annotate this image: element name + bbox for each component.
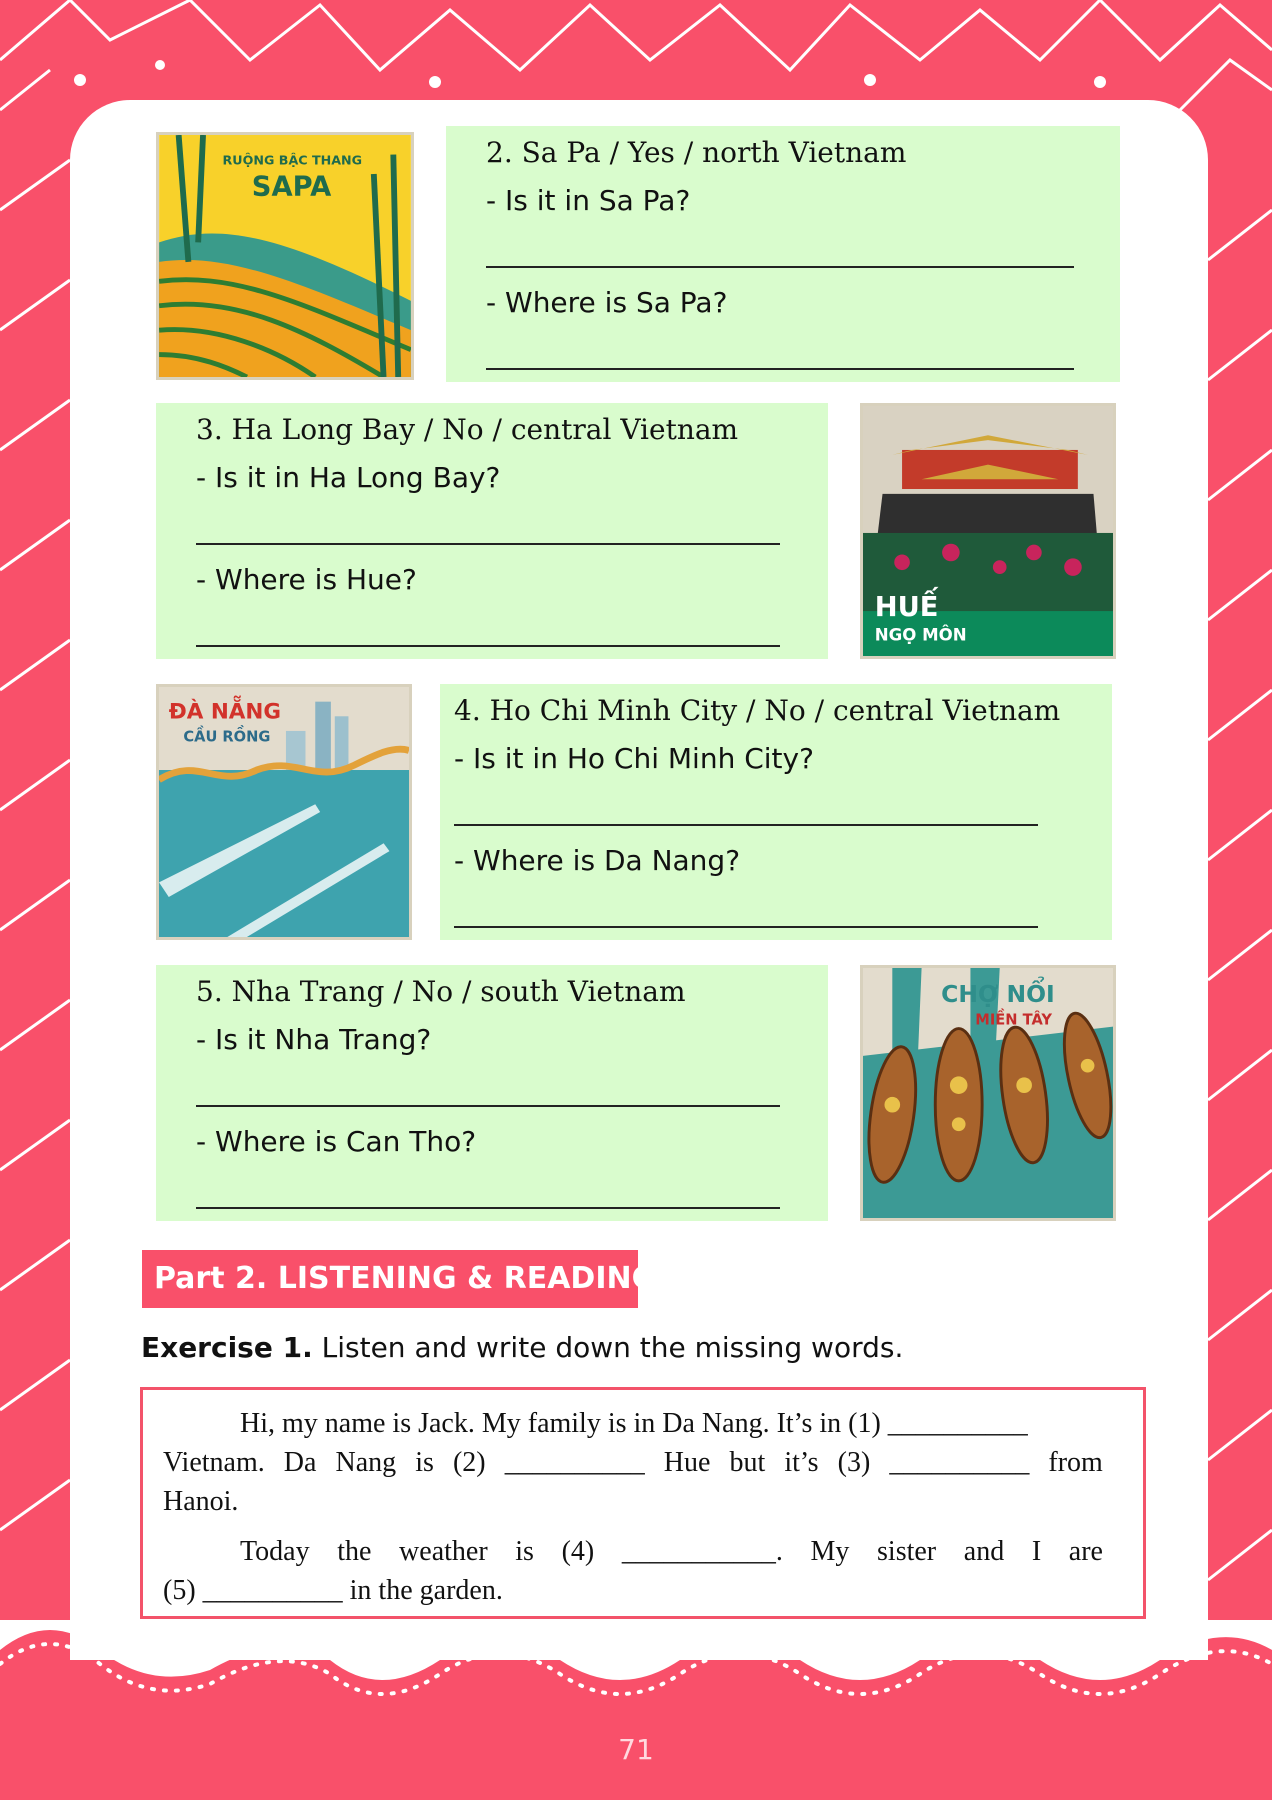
passage-word: is	[415, 1447, 434, 1478]
passage-word: (4)	[561, 1536, 595, 1567]
answer-line-2[interactable]	[454, 926, 1038, 928]
passage-line-justified: Vietnam. Da Nang is (2) __________ Hue but it’s (…	[163, 1447, 1103, 1479]
passage-word: __________	[504, 1447, 645, 1478]
exercise-item-5: 5. Nha Trang / No / south Vietnam - Is i…	[156, 965, 828, 1221]
hue-poster-subtitle: NGỌ MÔN	[875, 625, 967, 644]
passage-line: (5) __________ in the garden.	[163, 1575, 503, 1606]
passage-word: are	[1068, 1536, 1103, 1567]
passage-word: it’s	[784, 1447, 819, 1478]
passage-line: Hi, my name is Jack. My family is in Da …	[240, 1408, 1028, 1439]
question-2: - Where is Da Nang?	[454, 844, 741, 877]
passage-word: is	[515, 1536, 534, 1567]
passage-word: Vietnam.	[163, 1447, 265, 1478]
hue-poster-title: HUẾ	[875, 588, 939, 623]
passage-word: Hue	[663, 1447, 711, 1478]
question-2: - Where is Sa Pa?	[486, 286, 728, 319]
passage-word: and	[963, 1536, 1005, 1567]
cantho-poster-title: CHỢ NỔI	[941, 976, 1055, 1008]
passage-word: I	[1031, 1536, 1042, 1567]
passage-word: Da	[283, 1447, 317, 1478]
passage-word: (2)	[452, 1447, 486, 1478]
passage-word: weather	[399, 1536, 488, 1567]
listening-passage-box: Hi, my name is Jack. My family is in Da …	[140, 1387, 1146, 1619]
page-number: 71	[618, 1733, 654, 1766]
item-heading: 3. Ha Long Bay / No / central Vietnam	[196, 413, 739, 446]
exercise-1-title: Exercise 1. Listen and write down the mi…	[141, 1331, 903, 1364]
item-heading: 2. Sa Pa / Yes / north Vietnam	[486, 136, 907, 169]
passage-word: Today	[240, 1536, 310, 1567]
question-1: - Is it Nha Trang?	[196, 1023, 432, 1056]
question-1: - Is it in Sa Pa?	[486, 184, 691, 217]
answer-line-1[interactable]	[486, 266, 1074, 268]
passage-word: sister	[877, 1536, 937, 1567]
passage-line-justified: Today the weather is (4) ___________. My sister…	[240, 1536, 1103, 1568]
exercise-item-4: 4. Ho Chi Minh City / No / central Vietn…	[440, 684, 1112, 940]
passage-word: (3)	[837, 1447, 871, 1478]
passage-word: My	[810, 1536, 850, 1567]
answer-line-2[interactable]	[196, 1207, 780, 1209]
danang-poster-image: ĐÀ NẴNG CẦU RỒNG	[156, 684, 412, 940]
answer-line-1[interactable]	[196, 543, 780, 545]
answer-line-2[interactable]	[196, 645, 780, 647]
passage-line: Hanoi.	[163, 1486, 239, 1517]
hue-poster-image: HUẾ NGỌ MÔN	[860, 403, 1116, 659]
passage-word: ___________.	[621, 1536, 783, 1567]
passage-word: the	[337, 1536, 372, 1567]
answer-line-1[interactable]	[454, 824, 1038, 826]
danang-poster-title: ĐÀ NẴNG	[169, 695, 281, 724]
question-1: - Is it in Ho Chi Minh City?	[454, 742, 814, 775]
scalloped-bottom-decoration	[0, 1620, 1272, 1740]
question-2: - Where is Hue?	[196, 563, 417, 596]
cantho-poster-subtitle: MIỀN TÂY	[975, 1010, 1052, 1029]
cantho-poster-image: CHỢ NỔI MIỀN TÂY	[860, 965, 1116, 1221]
exercise-instruction: Listen and write down the missing words.	[321, 1331, 904, 1364]
passage-word: Nang	[335, 1447, 397, 1478]
sapa-poster-subtitle: SAPA	[252, 172, 331, 203]
danang-poster-subtitle: CẦU RỒNG	[183, 727, 270, 746]
answer-line-2[interactable]	[486, 368, 1074, 370]
passage-word: from	[1048, 1447, 1103, 1478]
passage-word: but	[729, 1447, 766, 1478]
sapa-poster-title: RUỘNG BẬC THANG	[223, 152, 362, 167]
question-2: - Where is Can Tho?	[196, 1125, 477, 1158]
exercise-label: Exercise 1.	[141, 1331, 313, 1364]
answer-line-1[interactable]	[196, 1105, 780, 1107]
part-2-banner: Part 2. LISTENING & READING	[142, 1250, 656, 1308]
item-heading: 5. Nha Trang / No / south Vietnam	[196, 975, 686, 1008]
sapa-poster-image: RUỘNG BẬC THANG SAPA	[156, 132, 414, 380]
question-1: - Is it in Ha Long Bay?	[196, 461, 501, 494]
passage-word: __________	[889, 1447, 1030, 1478]
item-heading: 4. Ho Chi Minh City / No / central Vietn…	[454, 694, 1061, 727]
exercise-item-2: 2. Sa Pa / Yes / north Vietnam - Is it i…	[446, 126, 1120, 382]
exercise-item-3: 3. Ha Long Bay / No / central Vietnam - …	[156, 403, 828, 659]
